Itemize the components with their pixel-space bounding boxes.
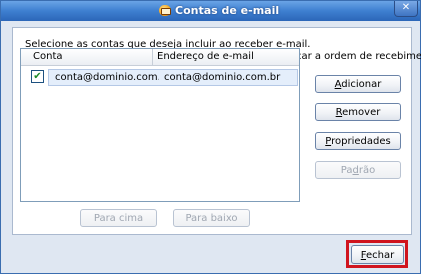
properties-button[interactable]: Propriedades — [315, 132, 401, 150]
column-separator[interactable] — [152, 49, 153, 65]
email-accounts-dialog: Contas de e-mail ✕ Selecione as contas q… — [0, 0, 421, 274]
account-name: conta@dominio.com.br ... — [55, 72, 159, 83]
close-button-highlight — [346, 240, 408, 268]
email-app-icon — [159, 5, 171, 16]
checkmark-icon: ✔ — [33, 71, 42, 82]
account-checkbox[interactable]: ✔ — [31, 70, 44, 83]
default-label-rest: rão — [358, 165, 376, 176]
column-header-email[interactable]: Endereço de e-mail — [157, 51, 254, 62]
default-label-prefix: Pa — [340, 165, 353, 176]
row-selection[interactable]: conta@dominio.com.br ... conta@dominio.c… — [48, 69, 298, 86]
account-email: conta@dominio.com.br — [164, 72, 281, 83]
move-up-button[interactable]: Para cima — [80, 209, 157, 227]
add-button[interactable]: Adicionar — [315, 75, 401, 93]
close-icon: ✕ — [401, 2, 411, 13]
list-item[interactable]: ✔ conta@dominio.com.br ... conta@dominio… — [23, 69, 298, 86]
column-header-account[interactable]: Conta — [33, 51, 63, 62]
title-bar[interactable]: Contas de e-mail ✕ — [1, 1, 420, 21]
move-down-button[interactable]: Para baixo — [173, 209, 250, 227]
properties-label-rest: ropriedades — [331, 136, 391, 147]
list-header: Conta Endereço de e-mail — [21, 49, 299, 66]
remove-button[interactable]: Remover — [315, 103, 401, 121]
remove-label-rest: emover — [342, 107, 381, 118]
accounts-list[interactable]: Conta Endereço de e-mail ✔ conta@dominio… — [20, 48, 300, 202]
window-title: Contas de e-mail — [175, 4, 280, 17]
default-button[interactable]: Padrão — [315, 161, 401, 179]
close-window-button[interactable]: ✕ — [394, 1, 418, 17]
add-label-rest: dicionar — [341, 79, 382, 90]
